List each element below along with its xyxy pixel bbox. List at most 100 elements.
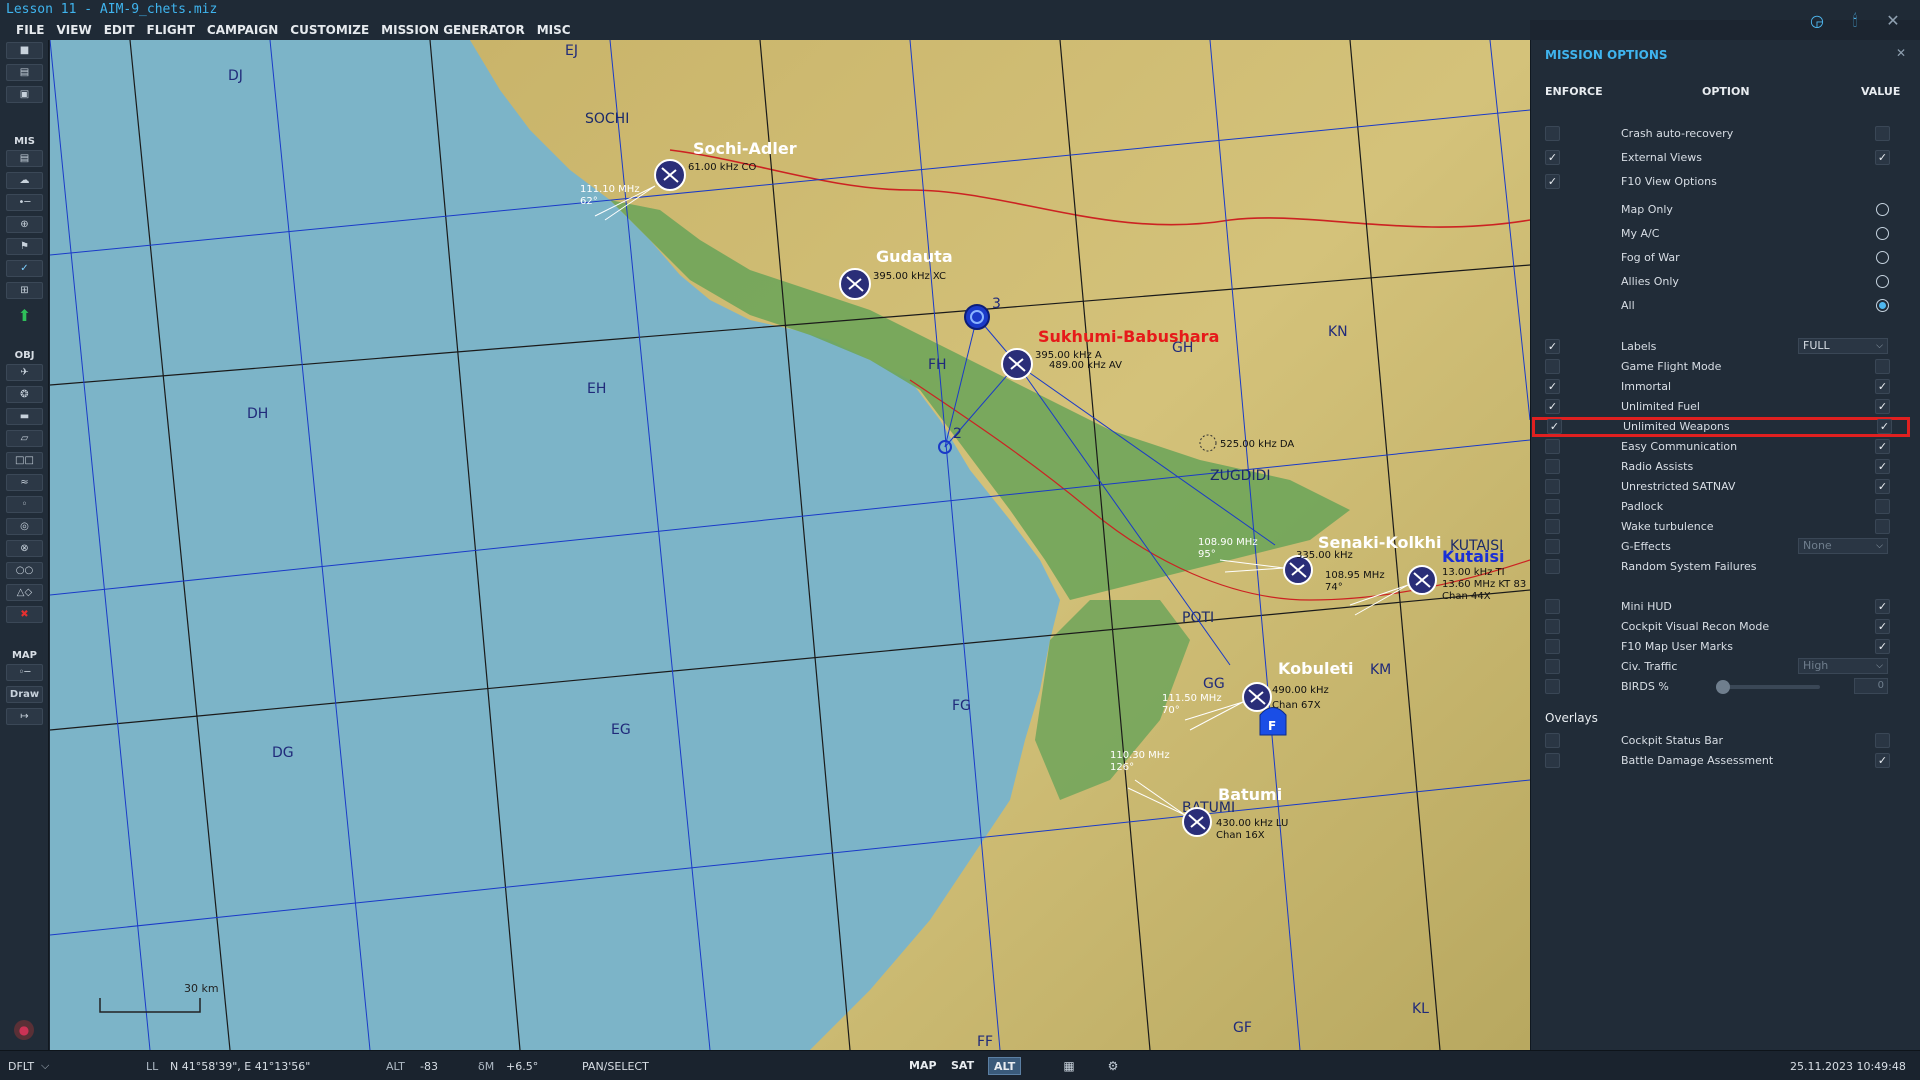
- menu-edit[interactable]: EDIT: [98, 20, 141, 40]
- fly-mission-icon[interactable]: ⬆: [6, 308, 43, 325]
- overlay-enforce-checkbox-cockpit-status-bar[interactable]: [1545, 733, 1560, 748]
- goals-button[interactable]: ⊕: [6, 216, 43, 233]
- ruler-button[interactable]: ↦: [6, 708, 43, 725]
- save-mission-button[interactable]: ▣: [6, 86, 43, 103]
- enforce-checkbox-birds[interactable]: [1545, 679, 1560, 694]
- enforce-checkbox-civ-traffic[interactable]: [1545, 659, 1560, 674]
- add-ship-button[interactable]: ▱: [6, 430, 43, 447]
- overlay-value-checkbox-cockpit-status-bar[interactable]: [1875, 733, 1890, 748]
- layers-icon[interactable]: ▦: [1056, 1057, 1082, 1075]
- triggers-button[interactable]: •─: [6, 194, 43, 211]
- settings-icon[interactable]: ⚙: [1100, 1057, 1126, 1075]
- value-checkbox-f10-map-user-marks[interactable]: ✓: [1875, 639, 1890, 654]
- add-initial-point-button[interactable]: ⊗: [6, 540, 43, 557]
- map-mode-button[interactable]: MAP: [904, 1057, 942, 1075]
- map-view[interactable]: EJ DJ SOCHI DH EH FH GH KN ZUGDIDI POTI …: [50, 40, 1530, 1050]
- add-template-button[interactable]: ○○: [6, 562, 43, 579]
- menu-customize[interactable]: CUSTOMIZE: [284, 20, 375, 40]
- map-options-button[interactable]: ◦─: [6, 664, 43, 681]
- value-checkbox-easy-communication[interactable]: ✓: [1875, 439, 1890, 454]
- value-checkbox-cockpit-visual-recon-mode[interactable]: ✓: [1875, 619, 1890, 634]
- enforce-checkbox-radio-assists[interactable]: [1545, 459, 1560, 474]
- dropdown-civ-traffic[interactable]: High ⌵: [1798, 658, 1888, 674]
- radio-map-only[interactable]: [1876, 203, 1889, 216]
- menu-view[interactable]: VIEW: [51, 20, 98, 40]
- map-canvas[interactable]: EJ DJ SOCHI DH EH FH GH KN ZUGDIDI POTI …: [50, 40, 1530, 1050]
- briefing-button[interactable]: ▤: [6, 150, 43, 167]
- enforce-checkbox-random-system-failures[interactable]: [1545, 559, 1560, 574]
- enforce-checkbox-g-effects[interactable]: [1545, 539, 1560, 554]
- close-icon[interactable]: ✕: [1884, 12, 1902, 30]
- add-target-button[interactable]: ◎: [6, 518, 43, 535]
- enforce-checkbox-unlimited-fuel[interactable]: ✓: [1545, 399, 1560, 414]
- overlay-value-checkbox-battle-damage-assessment[interactable]: ✓: [1875, 753, 1890, 768]
- value-checkbox-external-views[interactable]: ✓: [1875, 150, 1890, 165]
- value-checkbox-crash-auto-recovery[interactable]: [1875, 126, 1890, 141]
- record-icon[interactable]: ●: [14, 1020, 34, 1040]
- antenna-icon[interactable]: 🕯: [1846, 12, 1864, 30]
- panel-close-icon[interactable]: ✕: [1896, 46, 1906, 60]
- enforce-checkbox-padlock[interactable]: [1545, 499, 1560, 514]
- enforce-checkbox-game-flight-mode[interactable]: [1545, 359, 1560, 374]
- enforce-checkbox-mini-hud[interactable]: [1545, 599, 1560, 614]
- enforce-checkbox-f10-map-user-marks[interactable]: [1545, 639, 1560, 654]
- value-checkbox-unrestricted-satnav[interactable]: ✓: [1875, 479, 1890, 494]
- radio-all[interactable]: [1876, 299, 1889, 312]
- coord-format-label[interactable]: LL: [146, 1060, 158, 1073]
- radio-allies-only[interactable]: [1876, 275, 1889, 288]
- enforce-checkbox-immortal[interactable]: ✓: [1545, 379, 1560, 394]
- enforce-checkbox-cockpit-visual-recon-mode[interactable]: [1545, 619, 1560, 634]
- dropdown-g-effects[interactable]: None ⌵: [1798, 538, 1888, 554]
- value-checkbox-unlimited-weapons[interactable]: ✓: [1877, 419, 1892, 434]
- add-trigger-zone-button[interactable]: ≈: [6, 474, 43, 491]
- menu-campaign[interactable]: CAMPAIGN: [201, 20, 284, 40]
- add-navpoint-button[interactable]: ◦: [6, 496, 43, 513]
- menu-misc[interactable]: MISC: [531, 20, 577, 40]
- value-checkbox-immortal[interactable]: ✓: [1875, 379, 1890, 394]
- coalitions-button[interactable]: ⚑: [6, 238, 43, 255]
- weather-button[interactable]: ☁: [6, 172, 43, 189]
- overlay-enforce-checkbox-battle-damage-assessment[interactable]: [1545, 753, 1560, 768]
- dropdown-labels[interactable]: FULL ⌵: [1798, 338, 1888, 354]
- enforce-checkbox-unlimited-weapons[interactable]: ✓: [1547, 419, 1562, 434]
- wifi-icon[interactable]: ◶: [1808, 12, 1826, 30]
- add-plane-button[interactable]: ✈: [6, 364, 43, 381]
- value-checkbox-wake-turbulence[interactable]: [1875, 519, 1890, 534]
- sat-mode-button[interactable]: SAT: [946, 1057, 979, 1075]
- add-helicopter-button[interactable]: ❂: [6, 386, 43, 403]
- enforce-checkbox-easy-communication[interactable]: [1545, 439, 1560, 454]
- birds-slider-track[interactable]: [1716, 685, 1820, 689]
- new-mission-button[interactable]: ■: [6, 42, 43, 59]
- enforce-checkbox-unrestricted-satnav[interactable]: [1545, 479, 1560, 494]
- add-shapes-button[interactable]: △◇: [6, 584, 43, 601]
- enforce-checkbox-labels[interactable]: ✓: [1545, 339, 1560, 354]
- birds-slider-knob[interactable]: [1716, 680, 1730, 694]
- menu-flight[interactable]: FLIGHT: [141, 20, 201, 40]
- value-checkbox-padlock[interactable]: [1875, 499, 1890, 514]
- menu-file[interactable]: FILE: [10, 20, 51, 40]
- player-group-icon[interactable]: [964, 304, 990, 330]
- radio-my-a-c[interactable]: [1876, 227, 1889, 240]
- enforce-checkbox-wake-turbulence[interactable]: [1545, 519, 1560, 534]
- value-checkbox-game-flight-mode[interactable]: [1875, 359, 1890, 374]
- enforce-checkbox-crash-auto-recovery[interactable]: [1545, 126, 1560, 141]
- value-checkbox-radio-assists[interactable]: ✓: [1875, 459, 1890, 474]
- resource-manager-button[interactable]: ⊞: [6, 282, 43, 299]
- farp-icon[interactable]: F: [1259, 707, 1287, 736]
- profile-chevron-icon[interactable]: ⌵: [41, 1059, 49, 1073]
- open-mission-button[interactable]: ▤: [6, 64, 43, 81]
- draw-button[interactable]: Draw: [6, 686, 43, 703]
- value-checkbox-unlimited-fuel[interactable]: ✓: [1875, 399, 1890, 414]
- alt-mode-button[interactable]: ALT: [988, 1057, 1022, 1075]
- birds-value-input[interactable]: 0: [1854, 678, 1888, 694]
- add-ground-unit-button[interactable]: ▬: [6, 408, 43, 425]
- profile-select[interactable]: DFLT: [8, 1060, 34, 1073]
- enforce-checkbox-f10-view-options[interactable]: ✓: [1545, 174, 1560, 189]
- add-static-button[interactable]: □□: [6, 452, 43, 469]
- value-checkbox-mini-hud[interactable]: ✓: [1875, 599, 1890, 614]
- radio-fog-of-war[interactable]: [1876, 251, 1889, 264]
- menu-mission-generator[interactable]: MISSION GENERATOR: [375, 20, 531, 40]
- delete-object-button[interactable]: ✖: [6, 606, 43, 623]
- enforce-checkbox-external-views[interactable]: ✓: [1545, 150, 1560, 165]
- mission-options-button[interactable]: ✓: [6, 260, 43, 277]
